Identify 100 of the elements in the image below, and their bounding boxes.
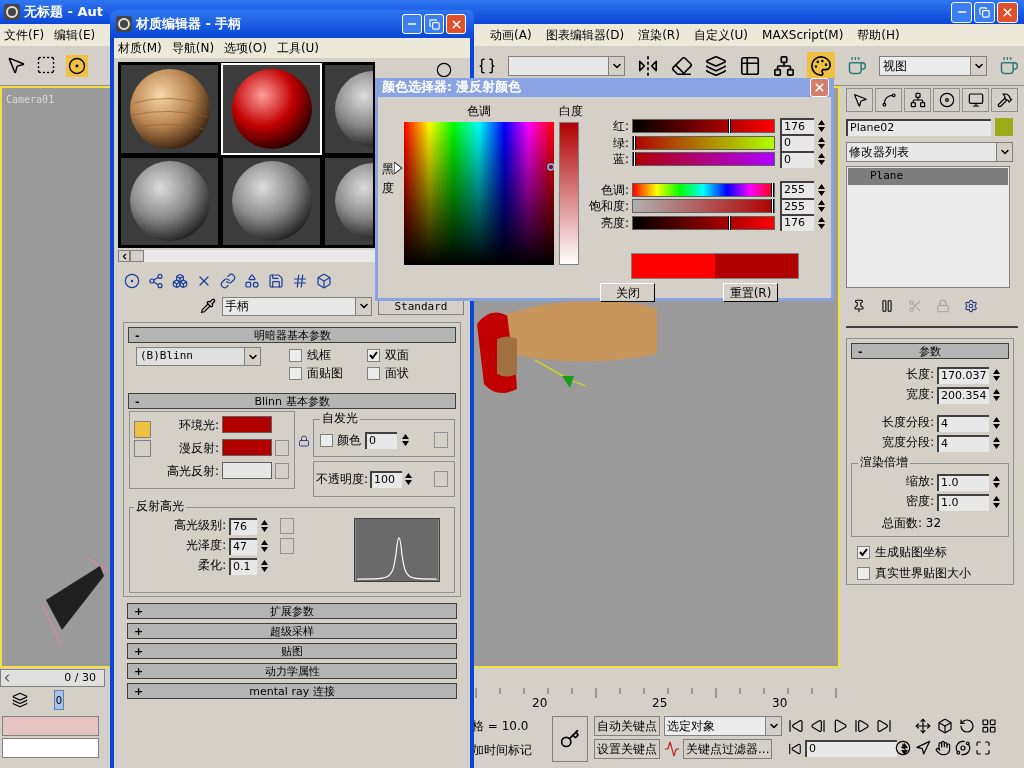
slider-thumb[interactable] bbox=[728, 215, 732, 230]
dialog-button[interactable]: 重置(R) bbox=[723, 283, 778, 302]
checkbox[interactable] bbox=[367, 366, 380, 380]
number-field[interactable]: 170.037 bbox=[937, 366, 989, 384]
slider-thumb[interactable] bbox=[633, 135, 636, 150]
menu-item[interactable]: 文件(F) bbox=[4, 26, 45, 44]
color-swatch[interactable] bbox=[222, 416, 272, 433]
number-field[interactable]: 1.0 bbox=[937, 473, 989, 491]
rollout-header[interactable]: - Blinn 基本参数 bbox=[128, 393, 456, 409]
monitor-icon[interactable] bbox=[967, 92, 984, 108]
rollout-header[interactable]: - 明暗器基本参数 bbox=[128, 327, 456, 343]
maximize-button[interactable] bbox=[424, 14, 444, 34]
spinner-button[interactable] bbox=[900, 740, 909, 757]
nodes-icon[interactable] bbox=[148, 273, 164, 289]
material-slot[interactable] bbox=[323, 63, 375, 155]
number-field[interactable]: 176 bbox=[780, 214, 814, 232]
checkbox[interactable] bbox=[320, 433, 333, 447]
timeline-thumb[interactable]: 0 bbox=[54, 690, 64, 710]
stack-item[interactable]: Plane bbox=[848, 168, 1008, 185]
link-toggle-icon[interactable] bbox=[134, 421, 151, 438]
slider-thumb[interactable] bbox=[633, 152, 636, 167]
region-select-icon[interactable] bbox=[36, 54, 56, 75]
number-field[interactable]: 200.354 bbox=[937, 386, 989, 404]
key-mode-dropdown[interactable]: 选定对象 bbox=[664, 716, 782, 736]
number-field[interactable]: 47 bbox=[229, 537, 257, 555]
number-field[interactable]: 0 bbox=[365, 431, 397, 449]
eraser-icon[interactable] bbox=[671, 54, 693, 77]
material-slot[interactable] bbox=[119, 155, 220, 247]
color-slider-track[interactable] bbox=[632, 135, 775, 150]
menu-item[interactable]: MAXScript(M) bbox=[762, 26, 844, 44]
key-filters-button[interactable]: 关键点过滤器... bbox=[683, 739, 773, 759]
material-slot[interactable] bbox=[119, 63, 220, 155]
menu-item[interactable]: 动画(A) bbox=[490, 26, 532, 44]
curve-icon[interactable] bbox=[880, 92, 897, 108]
color-slider-track[interactable] bbox=[632, 119, 775, 134]
cube-icon[interactable] bbox=[316, 273, 332, 289]
clock-icon[interactable] bbox=[895, 740, 911, 756]
rollout-header[interactable]: + 扩展参数 bbox=[127, 603, 457, 619]
rollout-header[interactable]: + mental ray 连接 bbox=[127, 683, 457, 699]
shapes-icon[interactable] bbox=[244, 273, 260, 289]
palette-icon[interactable] bbox=[810, 54, 832, 77]
color-slider-track[interactable] bbox=[632, 199, 775, 214]
number-field[interactable]: 255 bbox=[780, 181, 814, 199]
color-slider-track[interactable] bbox=[632, 152, 775, 167]
minimize-button[interactable] bbox=[402, 14, 422, 34]
rollout-header[interactable]: - 参数 bbox=[851, 343, 1009, 359]
settings-icon[interactable] bbox=[964, 299, 978, 313]
whiteness-bar[interactable] bbox=[559, 122, 579, 265]
number-field[interactable]: 176 bbox=[780, 117, 814, 135]
material-slot[interactable] bbox=[221, 155, 322, 247]
menu-item[interactable]: 工具(U) bbox=[276, 39, 320, 57]
number-field[interactable]: 1.0 bbox=[937, 493, 989, 511]
cup-icon[interactable] bbox=[847, 55, 867, 76]
rollout-header[interactable]: + 超级采样 bbox=[127, 623, 457, 639]
color-swatch[interactable] bbox=[222, 439, 272, 456]
checkbox[interactable] bbox=[367, 348, 380, 362]
modifier-list-dropdown[interactable]: 修改器列表 bbox=[846, 142, 1013, 162]
material-slot[interactable] bbox=[323, 155, 375, 247]
bars-icon[interactable] bbox=[880, 299, 894, 313]
pointer-triangle-icon[interactable] bbox=[394, 162, 402, 174]
mirror-icon[interactable] bbox=[637, 54, 659, 77]
hierarchy-icon[interactable] bbox=[909, 92, 926, 108]
rollout-header[interactable]: + 动力学属性 bbox=[127, 663, 457, 679]
menu-item[interactable]: 编辑(E) bbox=[54, 26, 96, 44]
rollout-header[interactable]: + 贴图 bbox=[127, 643, 457, 659]
number-field[interactable]: 76 bbox=[229, 517, 257, 535]
disc-icon[interactable] bbox=[938, 92, 955, 108]
color-swatch[interactable] bbox=[222, 462, 272, 479]
grid-icon[interactable] bbox=[981, 718, 997, 734]
view-dropdown[interactable]: 视图 bbox=[879, 55, 987, 76]
navigation-icon[interactable] bbox=[915, 740, 931, 756]
close-button[interactable] bbox=[446, 14, 466, 34]
dialog-button[interactable]: 关闭 bbox=[600, 283, 655, 302]
menu-item[interactable]: 图表编辑器(D) bbox=[545, 26, 625, 44]
menu-item[interactable]: 导航(N) bbox=[171, 39, 215, 57]
script-listener-field[interactable] bbox=[2, 738, 99, 758]
hammer-icon[interactable] bbox=[996, 92, 1013, 108]
step-back-icon[interactable] bbox=[810, 718, 826, 734]
track-view-icon[interactable] bbox=[12, 692, 28, 708]
pin-icon[interactable] bbox=[852, 299, 866, 313]
skip-forward-icon[interactable] bbox=[876, 718, 892, 734]
circle-dot-icon[interactable] bbox=[68, 56, 86, 75]
object-color-swatch[interactable] bbox=[995, 118, 1013, 136]
save-icon[interactable] bbox=[268, 273, 284, 289]
object-name-field[interactable]: Plane02 bbox=[846, 118, 991, 136]
pointer-icon[interactable] bbox=[851, 92, 868, 108]
eyedropper-icon[interactable] bbox=[200, 298, 216, 314]
menu-item[interactable]: 帮助(H) bbox=[857, 26, 900, 44]
checkbox[interactable] bbox=[289, 366, 302, 380]
skip-back-icon[interactable] bbox=[788, 741, 802, 756]
cube-icon[interactable] bbox=[937, 718, 953, 734]
maximize-icon[interactable] bbox=[975, 740, 991, 756]
shader-dropdown[interactable]: (B)Blinn bbox=[136, 347, 261, 366]
checkbox[interactable] bbox=[289, 348, 302, 362]
braces-icon[interactable] bbox=[478, 56, 496, 75]
color-slider-track[interactable] bbox=[632, 182, 775, 197]
number-field[interactable]: 100 bbox=[370, 470, 403, 488]
checkbox[interactable] bbox=[857, 566, 870, 580]
key-button[interactable] bbox=[552, 716, 588, 762]
skip-back-icon[interactable] bbox=[788, 718, 804, 734]
